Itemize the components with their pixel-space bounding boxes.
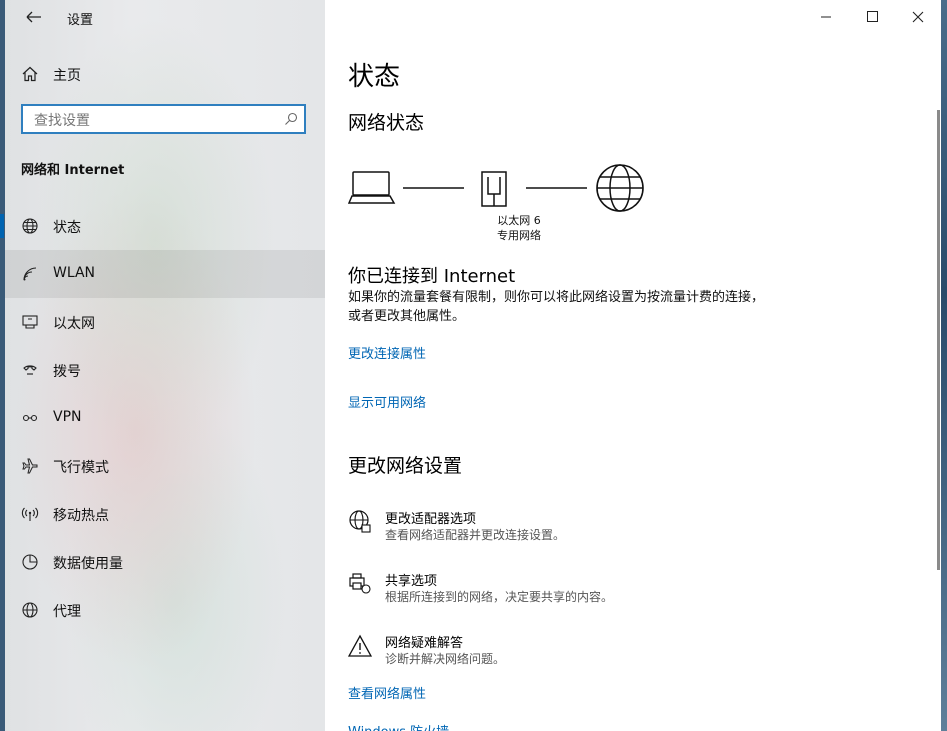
troubleshoot-item[interactable]: 网络疑难解答 诊断并解决网络问题。 (348, 632, 768, 676)
minimize-button[interactable] (803, 0, 849, 34)
sidebar-item-proxy[interactable]: 代理 (5, 586, 325, 634)
sidebar-item-hotspot[interactable]: 移动热点 (5, 490, 325, 538)
sidebar-item-vpn[interactable]: VPN (5, 394, 325, 442)
change-connection-properties-link[interactable]: 更改连接属性 (348, 343, 426, 362)
warning-icon (348, 634, 372, 657)
maximize-button[interactable] (849, 0, 895, 34)
sidebar-item-status[interactable]: 状态 (0, 202, 325, 250)
close-icon (912, 11, 924, 23)
sidebar-item-ethernet[interactable]: 以太网 (5, 298, 325, 346)
wifi-icon (23, 267, 37, 281)
settings-window: 设置 主页 网络和 Internet 状态 (0, 0, 942, 731)
home-icon (22, 66, 38, 82)
sharing-options-item[interactable]: 共享选项 根据所连接到的网络，决定要共享的内容。 (348, 570, 768, 614)
sharing-icon (349, 573, 371, 594)
sidebar: 设置 主页 网络和 Internet 状态 (0, 0, 325, 731)
search-icon[interactable] (284, 112, 298, 126)
sidebar-nav: 状态 WLAN 以太网 拨号 VPN 飞行模式 移动热点 数据使用量 代理 (0, 202, 325, 634)
sidebar-item-label: WLAN (53, 265, 96, 281)
app-title: 设置 (67, 13, 94, 28)
ethernet-port-icon (481, 171, 507, 207)
option-title: 更改适配器选项 (385, 512, 477, 527)
search-input[interactable] (32, 106, 276, 134)
sidebar-item-dialup[interactable]: 拨号 (5, 346, 325, 394)
maximize-icon (867, 11, 878, 22)
connected-title: 你已连接到 Internet (348, 266, 516, 287)
globe-icon (22, 602, 38, 618)
window-controls (803, 0, 941, 34)
sidebar-item-data-usage[interactable]: 数据使用量 (5, 538, 325, 586)
option-description: 根据所连接到的网络，决定要共享的内容。 (385, 590, 614, 604)
adapter-name: 以太网 6 (497, 214, 541, 227)
dialup-icon (23, 365, 37, 375)
option-title: 共享选项 (385, 574, 438, 589)
title-bar: 设置 (5, 0, 325, 34)
sidebar-item-label: VPN (53, 409, 82, 425)
home-label: 主页 (53, 68, 81, 84)
back-button[interactable] (21, 6, 47, 28)
sidebar-item-label: 移动热点 (53, 508, 109, 524)
option-title: 网络疑难解答 (385, 636, 464, 651)
change-network-settings-title: 更改网络设置 (348, 455, 463, 477)
sidebar-item-label: 数据使用量 (53, 556, 123, 572)
scrollbar[interactable] (937, 110, 940, 570)
sidebar-item-label: 拨号 (53, 364, 81, 380)
sidebar-item-label: 代理 (53, 604, 81, 620)
network-diagram: 以太网 6 专用网络 (347, 163, 668, 253)
option-description: 诊断并解决网络问题。 (385, 652, 506, 666)
data-usage-icon (22, 554, 38, 570)
page-title: 状态 (348, 62, 401, 92)
view-network-properties-link[interactable]: 查看网络属性 (348, 683, 426, 702)
show-available-networks-link[interactable]: 显示可用网络 (348, 392, 426, 411)
arrow-left-icon (26, 11, 41, 23)
search-box (21, 104, 306, 134)
windows-firewall-link[interactable]: Windows 防火墙 (348, 721, 449, 731)
minimize-icon (821, 16, 831, 18)
hotspot-icon (21, 507, 39, 521)
adapter-globe-icon (349, 510, 371, 533)
desktop-background (941, 0, 947, 731)
airplane-icon (22, 458, 38, 474)
sidebar-item-label: 以太网 (53, 316, 95, 332)
ethernet-icon (22, 315, 38, 329)
network-status-title: 网络状态 (348, 112, 425, 134)
ethernet-label: 以太网 6 专用网络 (488, 213, 550, 243)
main-content: 状态 网络状态 以太网 6 专用网络 你已连接到 Internet 如果你的流量… (325, 0, 941, 731)
network-type: 专用网络 (497, 229, 541, 242)
sidebar-item-wlan[interactable]: WLAN (5, 250, 325, 298)
adapter-options-item[interactable]: 更改适配器选项 查看网络适配器并更改连接设置。 (348, 508, 768, 552)
option-description: 查看网络适配器并更改连接设置。 (385, 528, 566, 542)
close-button[interactable] (895, 0, 941, 34)
section-title: 网络和 Internet (21, 163, 125, 178)
vpn-icon (22, 414, 38, 422)
globe-icon (22, 218, 38, 234)
laptop-icon (347, 171, 396, 204)
sidebar-item-label: 状态 (53, 220, 81, 236)
home-button[interactable]: 主页 (5, 56, 325, 92)
internet-globe-icon (596, 164, 644, 212)
connected-description: 如果你的流量套餐有限制，则你可以将此网络设置为按流量计费的连接，或者更改其他属性… (348, 290, 765, 324)
sidebar-item-airplane[interactable]: 飞行模式 (5, 442, 325, 490)
sidebar-item-label: 飞行模式 (53, 460, 109, 476)
